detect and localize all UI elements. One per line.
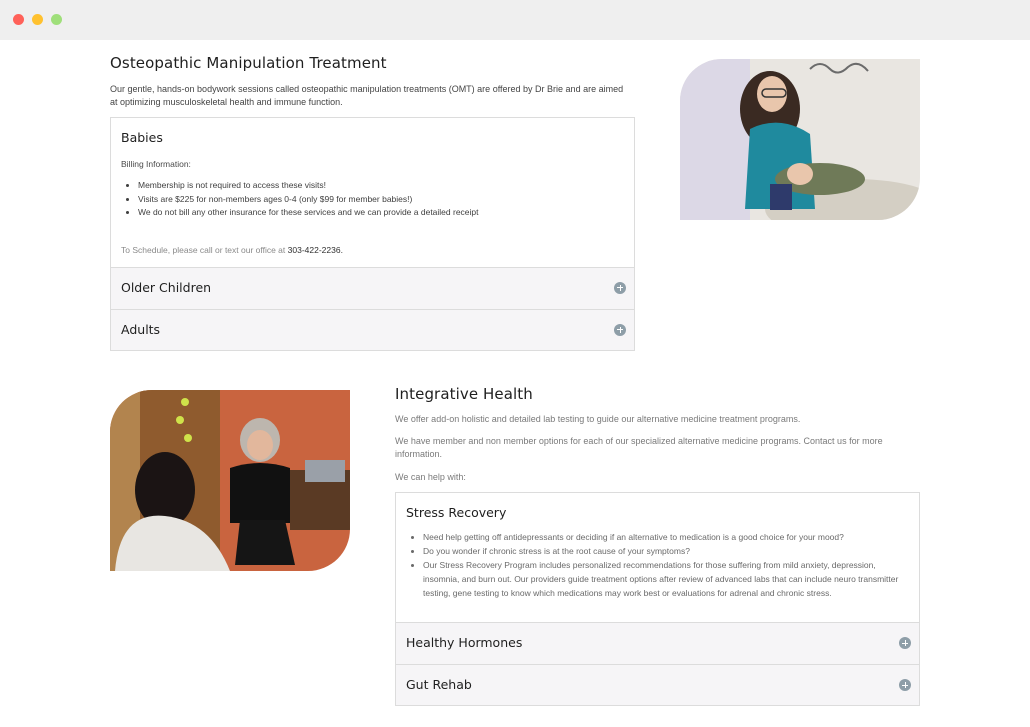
- close-window-icon[interactable]: [13, 14, 24, 25]
- accordion-title-adults: Adults: [121, 321, 161, 337]
- maximize-window-icon[interactable]: [51, 14, 62, 25]
- list-item: Do you wonder if chronic stress is at th…: [423, 544, 909, 558]
- expand-plus-icon[interactable]: [899, 679, 911, 691]
- expand-plus-icon[interactable]: [614, 281, 626, 294]
- expand-plus-icon[interactable]: [614, 323, 626, 336]
- accordion-title-healthy-hormones: Healthy Hormones: [406, 635, 523, 650]
- integrative-title: Integrative Health: [395, 385, 533, 403]
- photo-omt-baby: [680, 59, 920, 220]
- browser-chrome: [0, 0, 1030, 40]
- accordion-item-older-children[interactable]: Older Children: [111, 267, 634, 309]
- accordion-title-babies[interactable]: Babies: [121, 130, 624, 145]
- schedule-line: To Schedule, please call or text our off…: [121, 245, 624, 267]
- integrative-paragraph-1: We offer add-on holistic and detailed la…: [395, 414, 801, 424]
- list-item: Our Stress Recovery Program includes per…: [423, 558, 909, 600]
- stress-bullets: Need help getting off antidepressants or…: [406, 530, 909, 600]
- accordion-item-healthy-hormones[interactable]: Healthy Hormones: [396, 623, 919, 664]
- list-item: Need help getting off antidepressants or…: [423, 530, 909, 544]
- accordion-item-adults[interactable]: Adults: [111, 308, 634, 350]
- accordion-title-gut-rehab: Gut Rehab: [406, 677, 472, 692]
- omt-accordion: Babies Billing Information: Membership i…: [110, 117, 635, 351]
- accordion-item-babies: Babies Billing Information: Membership i…: [111, 118, 634, 268]
- list-item: Visits are $225 for non-members ages 0-4…: [138, 193, 624, 207]
- expand-plus-icon[interactable]: [899, 637, 911, 649]
- integrative-accordion: Stress Recovery Need help getting off an…: [395, 492, 920, 706]
- integrative-paragraph-2: We have member and non member options fo…: [395, 436, 883, 459]
- accordion-title-older-children: Older Children: [121, 279, 212, 295]
- accordion-title-stress-recovery[interactable]: Stress Recovery: [406, 505, 909, 520]
- omt-title: Osteopathic Manipulation Treatment: [110, 54, 387, 72]
- minimize-window-icon[interactable]: [32, 14, 43, 25]
- phone-link[interactable]: 303-422-2236.: [288, 245, 343, 255]
- accordion-item-gut-rehab[interactable]: Gut Rehab: [396, 664, 919, 705]
- photo-integrative-consult: [110, 390, 350, 571]
- schedule-prefix: To Schedule, please call or text our off…: [121, 244, 288, 255]
- list-item: We do not bill any other insurance for t…: [138, 206, 624, 220]
- omt-intro: Our gentle, hands-on bodywork sessions c…: [110, 84, 624, 107]
- list-item: Membership is not required to access the…: [138, 179, 624, 193]
- accordion-item-stress-recovery: Stress Recovery Need help getting off an…: [396, 493, 919, 623]
- billing-label: Billing Information:: [121, 159, 191, 169]
- integrative-paragraph-3: We can help with:: [395, 472, 466, 482]
- babies-bullets: Membership is not required to access the…: [121, 179, 624, 220]
